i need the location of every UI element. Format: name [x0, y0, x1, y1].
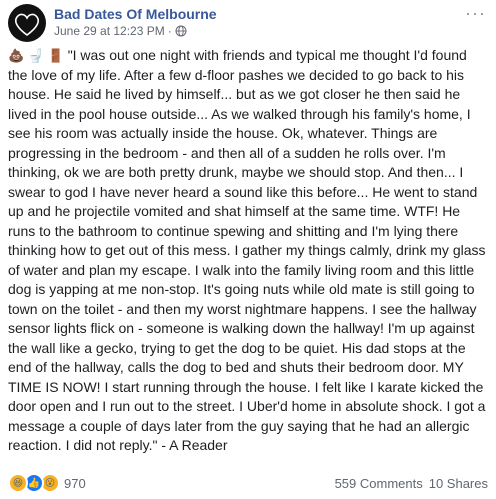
page-name-link[interactable]: Bad Dates Of Melbourne: [54, 5, 217, 23]
post-timestamp-row: June 29 at 12:23 PM ·: [54, 23, 217, 39]
shares-count-link[interactable]: 10 Shares: [429, 476, 488, 491]
post-text: 💩 🚽 🚪 "I was out one night with friends …: [8, 46, 490, 456]
post-timestamp[interactable]: June 29 at 12:23 PM: [54, 23, 165, 39]
laugh-reaction-icon: 😆: [8, 473, 28, 493]
post-header: Bad Dates Of Melbourne June 29 at 12:23 …: [8, 4, 217, 42]
globe-icon: [175, 25, 187, 37]
page-avatar[interactable]: [8, 4, 46, 42]
separator-dot: ·: [167, 24, 172, 38]
reaction-count[interactable]: 970: [64, 476, 86, 491]
reactions-summary[interactable]: 😆 👍 😮 970: [8, 473, 86, 493]
engagement-stats: 559 Comments 10 Shares: [335, 476, 488, 491]
post-body-text: "I was out one night with friends and ty…: [8, 47, 486, 453]
post-meta: Bad Dates Of Melbourne June 29 at 12:23 …: [54, 4, 217, 39]
comments-count-link[interactable]: 559 Comments: [335, 476, 423, 491]
post-emojis: 💩 🚽 🚪: [8, 48, 64, 63]
more-options-button[interactable]: ···: [465, 4, 486, 22]
post-footer: 😆 👍 😮 970 559 Comments 10 Shares: [8, 473, 488, 493]
heart-logo-icon: [14, 13, 40, 36]
